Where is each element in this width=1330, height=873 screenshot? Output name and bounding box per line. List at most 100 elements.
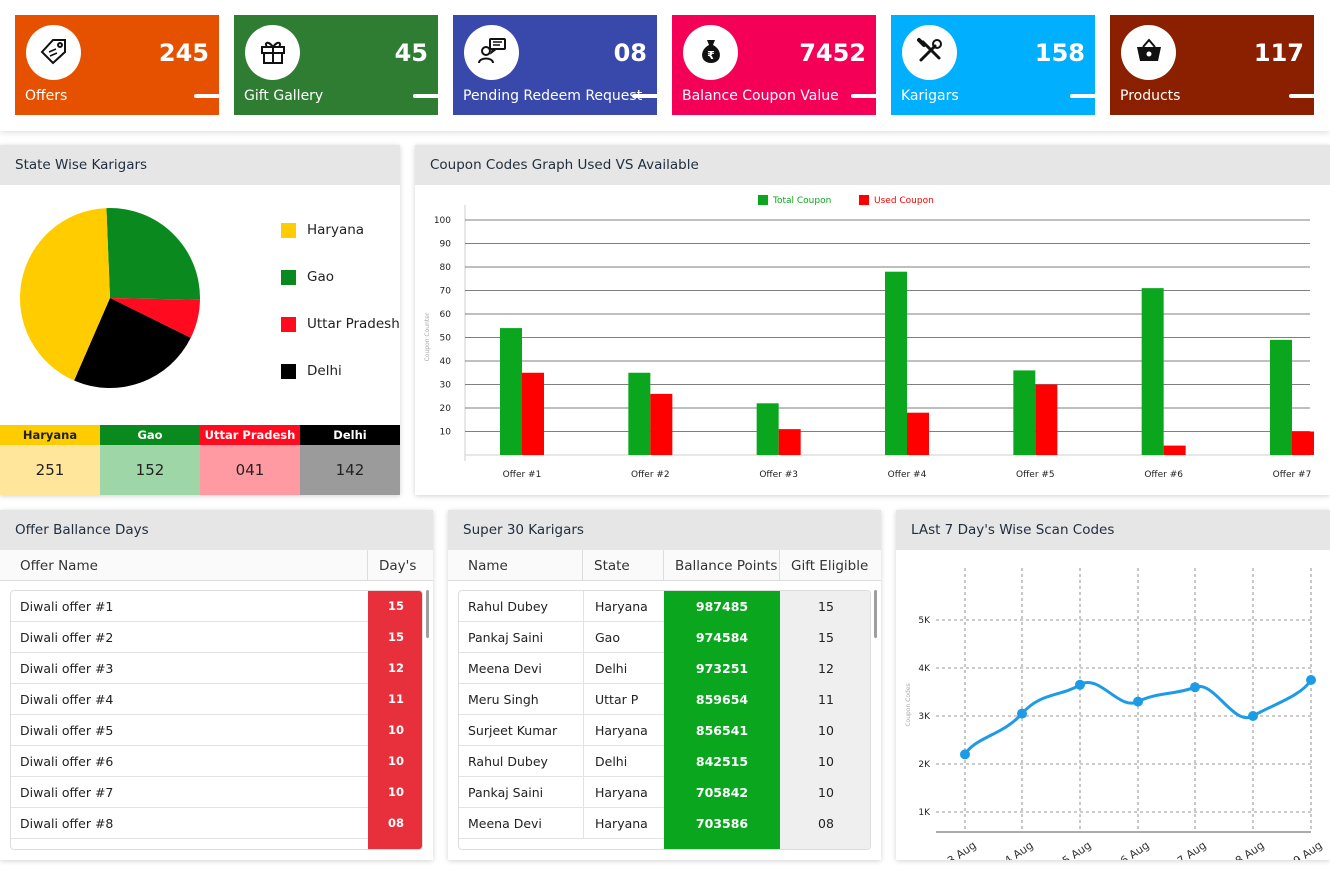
x-tick-label: 19 Aug [1285,839,1324,860]
col-days[interactable]: Day's [379,558,416,574]
data-point[interactable] [1075,679,1085,690]
cell-divider [583,808,584,839]
stat-value: 08 [613,39,647,67]
legend-label: Used Coupon [874,196,934,206]
table-row[interactable]: Meena Devi Haryana 703586 08 [459,808,870,839]
days-value: 15 [387,630,404,644]
col-balance-points[interactable]: Ballance Points [675,558,777,574]
points-value: 856541 [695,723,749,738]
panel-header: Offer Ballance Days [0,510,433,550]
karigar-name-cell: Meena Devi [468,661,542,676]
data-point[interactable] [1133,696,1143,707]
points-value: 974584 [695,630,749,645]
gift-value: 08 [818,816,834,831]
table-row[interactable]: Diwali offer #4 11 [11,684,422,715]
data-point[interactable] [1017,708,1027,719]
karigar-state-cell: Gao [595,630,620,645]
table-row[interactable]: Meru Singh Uttar P 859654 11 [459,684,870,715]
panel-title: Offer Ballance Days [15,522,149,538]
gift-value: 10 [818,754,834,769]
stat-card-offers[interactable]: 245 Offers [15,15,219,115]
table-row[interactable]: Diwali offer #3 12 [11,653,422,684]
cell-divider [583,684,584,715]
table-row[interactable]: Surjeet Kumar Haryana 856541 10 [459,715,870,746]
scrollbar[interactable] [874,590,877,638]
col-state[interactable]: State [594,558,630,574]
x-tick-label: 16 Aug [1112,839,1151,860]
stat-card-products[interactable]: 117 Products [1110,15,1314,115]
stat-card-pending-redeem-request[interactable]: 08 Pending Redeem Request [453,15,657,115]
legend-swatch [281,269,296,285]
col-gift-eligible[interactable]: Gift Eligible [791,558,868,574]
stat-label: Karigars [901,88,959,104]
table-row[interactable]: Diwali offer #1 15 [11,591,422,622]
state-count: 041 [200,445,300,495]
state-summary-table: Haryana 251 Gao 152 Uttar Pradesh 041 Delhi 142 [0,425,400,495]
state-name: Delhi [300,425,400,445]
table-row[interactable]: Diwali offer #2 15 [11,622,422,653]
y-tick-label: 1K [918,808,931,818]
legend-item[interactable]: Haryana [281,222,364,238]
days-value: 08 [387,816,404,830]
state-name: Haryana [0,425,100,445]
column-divider [582,550,583,581]
karigar-name-cell: Pankaj Saini [468,630,544,645]
table-row[interactable]: Rahul Dubey Haryana 987485 15 [459,591,870,622]
legend-item[interactable]: Gao [281,269,334,285]
karigar-state-cell: Haryana [595,599,648,614]
gift-value: 11 [818,692,834,707]
table-row[interactable]: Diwali offer #6 10 [11,746,422,777]
stat-card-gift-gallery[interactable]: 45 Gift Gallery [234,15,438,115]
bar-total-coupon [628,372,651,455]
legend-swatch [281,363,296,379]
x-tick-label: Offer #6 [1144,470,1183,480]
stat-card-balance-coupon-value[interactable]: ₹7452 Balance Coupon Value [672,15,876,115]
table-row[interactable]: Rahul Dubey Delhi 842515 10 [459,746,870,777]
x-tick-label: Offer #2 [631,470,670,480]
gift-value: 12 [818,661,834,676]
table-row[interactable]: Diwali offer #5 10 [11,715,422,746]
col-name[interactable]: Name [468,558,508,574]
stat-value: 117 [1253,39,1304,67]
y-tick-label: 10 [440,428,452,438]
karigar-state-cell: Delhi [595,754,628,769]
data-point[interactable] [1248,711,1258,721]
card-dash [851,94,876,98]
stat-value: 7452 [799,39,866,67]
legend-item[interactable]: Uttar Pradesh [281,316,400,332]
scrollbar[interactable] [426,590,429,638]
legend-label: Haryana [307,222,365,238]
state-column: Haryana 251 [0,425,100,495]
table-row[interactable]: Pankaj Saini Gao 974584 15 [459,622,870,653]
cell-divider [583,777,584,808]
stat-card-karigars[interactable]: 158 Karigars [891,15,1095,115]
karigar-state-cell: Delhi [595,661,628,676]
col-offer-name[interactable]: Offer Name [20,558,98,574]
icon-circle [902,25,957,80]
column-divider [779,550,780,581]
legend-item[interactable]: Delhi [281,363,342,379]
data-point[interactable] [1306,675,1316,685]
pie-slice-gao[interactable] [106,208,201,300]
stat-label: Gift Gallery [244,88,324,104]
data-point[interactable] [1190,682,1200,693]
scan-codes-panel: LAst 7 Day's Wise Scan Codes 1K 2K 3K 4K 5K 1… [896,510,1330,860]
offer-name-cell: Diwali offer #6 [20,754,114,769]
table-header: Offer Name Day's [0,550,433,581]
x-tick-label: Offer #3 [759,470,798,480]
table-row[interactable]: Pankaj Saini Haryana 705842 10 [459,777,870,808]
stat-value: 245 [158,39,209,67]
y-tick-label: 90 [440,240,452,250]
state-count: 142 [300,445,400,495]
bar-used-coupon [1292,431,1314,455]
icon-circle: ₹ [683,25,738,80]
days-value: 15 [387,599,404,613]
table-row[interactable]: Meena Devi Delhi 973251 12 [459,653,870,684]
panel-title: Coupon Codes Graph Used VS Available [430,157,699,173]
table-row[interactable]: Diwali offer #8 08 [11,808,422,839]
column-divider [663,550,664,581]
karigar-name-cell: Meru Singh [468,692,539,707]
table-row[interactable]: Diwali offer #7 10 [11,777,422,808]
data-point[interactable] [960,749,970,760]
points-value: 987485 [695,599,749,614]
